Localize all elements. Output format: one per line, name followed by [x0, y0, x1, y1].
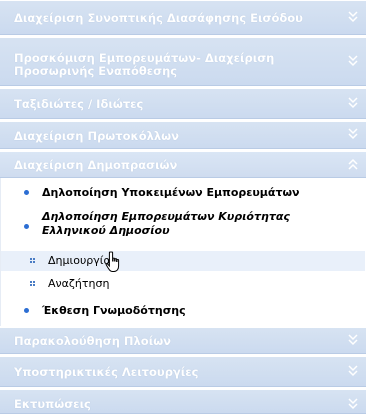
- submenu-item-label: Δηλοποίηση Υποκειμένων Εμπορευμάτων: [42, 186, 300, 199]
- chevron-down-icon[interactable]: [348, 10, 358, 25]
- section-protocols[interactable]: Διαχείριση Πρωτοκόλλων: [0, 121, 366, 149]
- bullet-icon: [24, 190, 29, 195]
- section-label: Παρακολούθηση Πλοίων: [14, 334, 172, 348]
- submenu-child-create[interactable]: Δημιουργία: [1, 251, 365, 271]
- bullet-icon: [24, 224, 29, 229]
- section-vessel-tracking[interactable]: Παρακολούθηση Πλοίων: [0, 327, 366, 354]
- section-label: Υποστηρικτικές Λειτουργίες: [14, 365, 199, 379]
- bullet-icon: [24, 308, 29, 313]
- submenu-child-search[interactable]: Αναζήτηση: [1, 274, 365, 294]
- section-label: Διαχείριση Δημοπρασιών: [14, 158, 178, 172]
- submenu-item-declare-underlying-goods[interactable]: Δηλοποίηση Υποκειμένων Εμπορευμάτων: [1, 184, 365, 202]
- submenu-item-opinion-report[interactable]: Έκθεση Γνωμοδότησης: [1, 302, 365, 320]
- section-entry-summary-declaration[interactable]: Διαχείριση Συνοπτικής Διασάφησης Εισόδου: [0, 0, 366, 35]
- section-support-functions[interactable]: Υποστηρικτικές Λειτουργίες: [0, 356, 366, 387]
- chevron-down-icon[interactable]: [348, 54, 358, 69]
- chevron-down-icon[interactable]: [348, 333, 358, 348]
- submenu-item-label: Έκθεση Γνωμοδότησης: [42, 304, 186, 317]
- section-label: Εκτυπώσεις: [14, 397, 91, 411]
- section-label: Διαχείριση Συνοπτικής Διασάφησης Εισόδου: [14, 11, 303, 25]
- chevron-down-icon[interactable]: [348, 364, 358, 379]
- hand-cursor-icon: [104, 251, 122, 276]
- auctions-submenu: Δηλοποίηση Υποκειμένων Εμπορευμάτων Δηλο…: [0, 178, 366, 326]
- section-auctions[interactable]: Διαχείριση Δημοπρασιών: [0, 151, 366, 178]
- submenu-item-label: Δηλοποίηση Εμπορευμάτων Κυριότητας Ελλην…: [42, 210, 290, 237]
- square-bullet-icon: [30, 281, 36, 287]
- section-label: Προσκόμιση Εμπορευμάτων- Διαχείριση Προσ…: [14, 51, 275, 78]
- chevron-down-icon[interactable]: [348, 128, 358, 142]
- submenu-child-label: Αναζήτηση: [48, 277, 110, 290]
- section-label: Ταξιδιώτες / Ιδιώτες: [14, 97, 144, 111]
- section-printouts[interactable]: Εκτυπώσεις: [0, 389, 366, 414]
- chevron-down-icon[interactable]: [348, 96, 358, 111]
- section-goods-presentation[interactable]: Προσκόμιση Εμπορευμάτων- Διαχείριση Προσ…: [0, 37, 366, 86]
- submenu-child-label: Δημιουργία: [48, 254, 111, 267]
- section-label: Διαχείριση Πρωτοκόλλων: [14, 129, 179, 143]
- square-bullet-icon: [30, 258, 36, 264]
- chevron-down-icon[interactable]: [348, 398, 358, 412]
- submenu-item-declare-state-owned-goods[interactable]: Δηλοποίηση Εμπορευμάτων Κυριότητας Ελλην…: [1, 207, 365, 241]
- section-travellers[interactable]: Ταξιδιώτες / Ιδιώτες: [0, 88, 366, 119]
- chevron-up-icon[interactable]: [348, 158, 358, 172]
